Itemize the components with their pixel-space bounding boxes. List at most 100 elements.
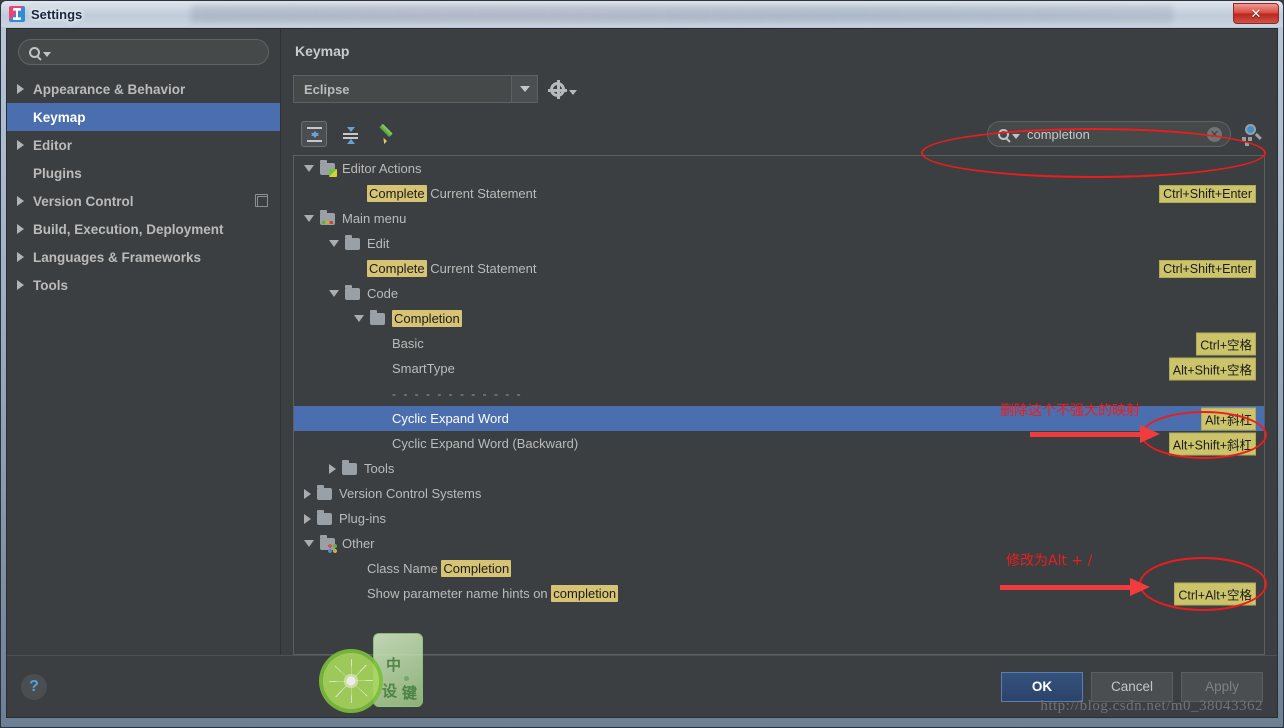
chevron-down-icon[interactable] <box>354 315 364 322</box>
chevron-right-icon <box>17 84 24 94</box>
cancel-button[interactable]: Cancel <box>1091 671 1173 702</box>
help-button[interactable]: ? <box>21 673 47 700</box>
watermark-char-3: 键 <box>401 684 417 702</box>
sidebar-item-label: Build, Execution, Deployment <box>33 221 224 237</box>
tree-row[interactable]: Cyclic Expand Word (Backward) Alt+Shift+斜… <box>294 431 1264 456</box>
watermark-char-2: 设 <box>381 682 397 700</box>
chevron-down-icon <box>43 51 51 57</box>
tree-row[interactable]: Code <box>294 281 1264 306</box>
tree-row-label: Other <box>342 536 375 551</box>
keymap-search-input[interactable] <box>1027 126 1207 142</box>
page-title: Keymap <box>295 43 350 59</box>
sidebar-item-label: Tools <box>33 277 68 293</box>
spacer-icon <box>379 415 386 422</box>
chevron-down-icon[interactable] <box>304 165 314 172</box>
sidebar-item-tools[interactable]: Tools <box>7 271 280 299</box>
shortcut-badge: Ctrl+Shift+Enter <box>1159 184 1256 203</box>
chevron-right-icon <box>17 196 24 206</box>
chevron-down-icon[interactable] <box>304 215 314 222</box>
chevron-right-icon[interactable] <box>329 463 336 474</box>
tree-row-label: Cyclic Expand Word <box>392 411 509 426</box>
shortcut-badge: Ctrl+Alt+空格 <box>1174 582 1256 605</box>
ok-button[interactable]: OK <box>1001 671 1083 702</box>
tree-row-label: Complete Current Statement <box>367 260 537 277</box>
keymap-scheme-value: Eclipse <box>304 81 350 97</box>
shortcut-badge: Alt+Shift+斜杠 <box>1168 432 1256 455</box>
watermark-char-1: 中 <box>385 656 401 674</box>
tree-row-label: - - - - - - - - - - - - <box>392 386 523 401</box>
edit-shortcut-button[interactable] <box>373 121 399 147</box>
folder-icon <box>342 459 357 475</box>
tree-row[interactable]: Completion <box>294 306 1264 331</box>
sidebar-item-appearance-behavior[interactable]: Appearance & Behavior <box>7 75 280 103</box>
chevron-right-icon <box>17 252 24 262</box>
sidebar-item-editor[interactable]: Editor <box>7 131 280 159</box>
tree-row[interactable]: Basic Ctrl+空格 <box>294 331 1264 356</box>
dialog-footer: ? OK Cancel Apply http://blog.csdn.net/m… <box>7 633 1277 717</box>
sidebar-item-version-control[interactable]: Version Control <box>7 187 280 215</box>
folder-icon <box>317 484 332 500</box>
blurred-background-text <box>191 5 1173 23</box>
chevron-down-icon[interactable] <box>329 290 339 297</box>
tree-row[interactable]: Tools <box>294 456 1264 481</box>
tree-row[interactable]: Edit <box>294 231 1264 256</box>
toolbar-icon-group <box>293 121 399 147</box>
clear-search-icon[interactable]: ✕ <box>1207 126 1222 142</box>
sidebar-search-wrapper <box>7 29 280 71</box>
tree-row-label: Class Name Completion <box>367 560 512 577</box>
sidebar-item-languages-frameworks[interactable]: Languages & Frameworks <box>7 243 280 271</box>
tree-row-label: Cyclic Expand Word (Backward) <box>392 436 579 451</box>
spacer-icon <box>379 365 386 372</box>
search-match-highlight: Completion <box>441 560 512 577</box>
spacer-icon <box>379 390 386 397</box>
tree-row[interactable]: Other <box>294 531 1264 556</box>
keymap-scheme-row: Eclipse <box>293 75 1265 103</box>
search-icon <box>998 128 1009 140</box>
chevron-right-icon[interactable] <box>304 513 311 524</box>
chevron-right-icon[interactable] <box>304 488 311 499</box>
spacer-icon <box>354 590 361 597</box>
sidebar-item-build-execution-deployment[interactable]: Build, Execution, Deployment <box>7 215 280 243</box>
copy-settings-icon[interactable] <box>255 193 268 207</box>
sidebar-item-keymap[interactable]: Keymap <box>7 103 280 131</box>
chevron-down-icon[interactable] <box>329 240 339 247</box>
tree-row-label: Edit <box>367 236 390 251</box>
tree-row[interactable]: Cyclic Expand Word Alt+斜杠 <box>294 406 1264 431</box>
tree-row-label: Editor Actions <box>342 161 422 176</box>
chevron-down-icon <box>1012 133 1020 139</box>
dropdown-arrow-button[interactable] <box>511 76 537 102</box>
sidebar-search-box[interactable] <box>18 39 269 65</box>
chevron-down-icon[interactable] <box>304 540 314 547</box>
search-match-highlight: Complete <box>367 260 427 277</box>
tree-row[interactable]: Class Name Completion <box>294 556 1264 581</box>
spacer-icon <box>17 168 24 178</box>
chevron-down-icon <box>519 86 530 92</box>
tree-row[interactable]: Show parameter name hints on completion C… <box>294 581 1264 606</box>
tree-row[interactable]: SmartType Alt+Shift+空格 <box>294 356 1264 381</box>
find-by-shortcut-icon[interactable] <box>1241 123 1263 146</box>
keymap-scheme-select[interactable]: Eclipse <box>293 75 538 103</box>
folder-editor-icon <box>320 159 337 177</box>
tree-row[interactable]: - - - - - - - - - - - - <box>294 381 1264 406</box>
keymap-settings-button[interactable] <box>548 79 577 99</box>
lime-slice-icon <box>319 649 383 713</box>
settings-sidebar: Appearance & Behavior Keymap Editor Plugins… <box>7 29 281 655</box>
tree-row[interactable]: Editor Actions <box>294 156 1264 181</box>
expand-all-button[interactable] <box>301 121 327 147</box>
tree-row[interactable]: Complete Current Statement Ctrl+Shift+Ent… <box>294 256 1264 281</box>
sidebar-search-input[interactable] <box>58 44 258 60</box>
close-icon[interactable]: ✕ <box>1233 3 1279 24</box>
tree-row-label: Plug-ins <box>339 511 386 526</box>
spacer-icon <box>379 440 386 447</box>
folder-icon <box>345 284 360 300</box>
tree-row[interactable]: Version Control Systems <box>294 481 1264 506</box>
shortcut-badge: Ctrl+空格 <box>1196 332 1256 355</box>
keymap-search-box[interactable]: ✕ <box>987 121 1231 147</box>
expand-all-icon <box>306 126 322 142</box>
folder-icon <box>345 234 360 250</box>
tree-row[interactable]: Complete Current Statement Ctrl+Shift+Ent… <box>294 181 1264 206</box>
tree-row[interactable]: Main menu <box>294 206 1264 231</box>
tree-row[interactable]: Plug-ins <box>294 506 1264 531</box>
sidebar-item-plugins[interactable]: Plugins <box>7 159 280 187</box>
collapse-all-button[interactable] <box>337 121 363 147</box>
